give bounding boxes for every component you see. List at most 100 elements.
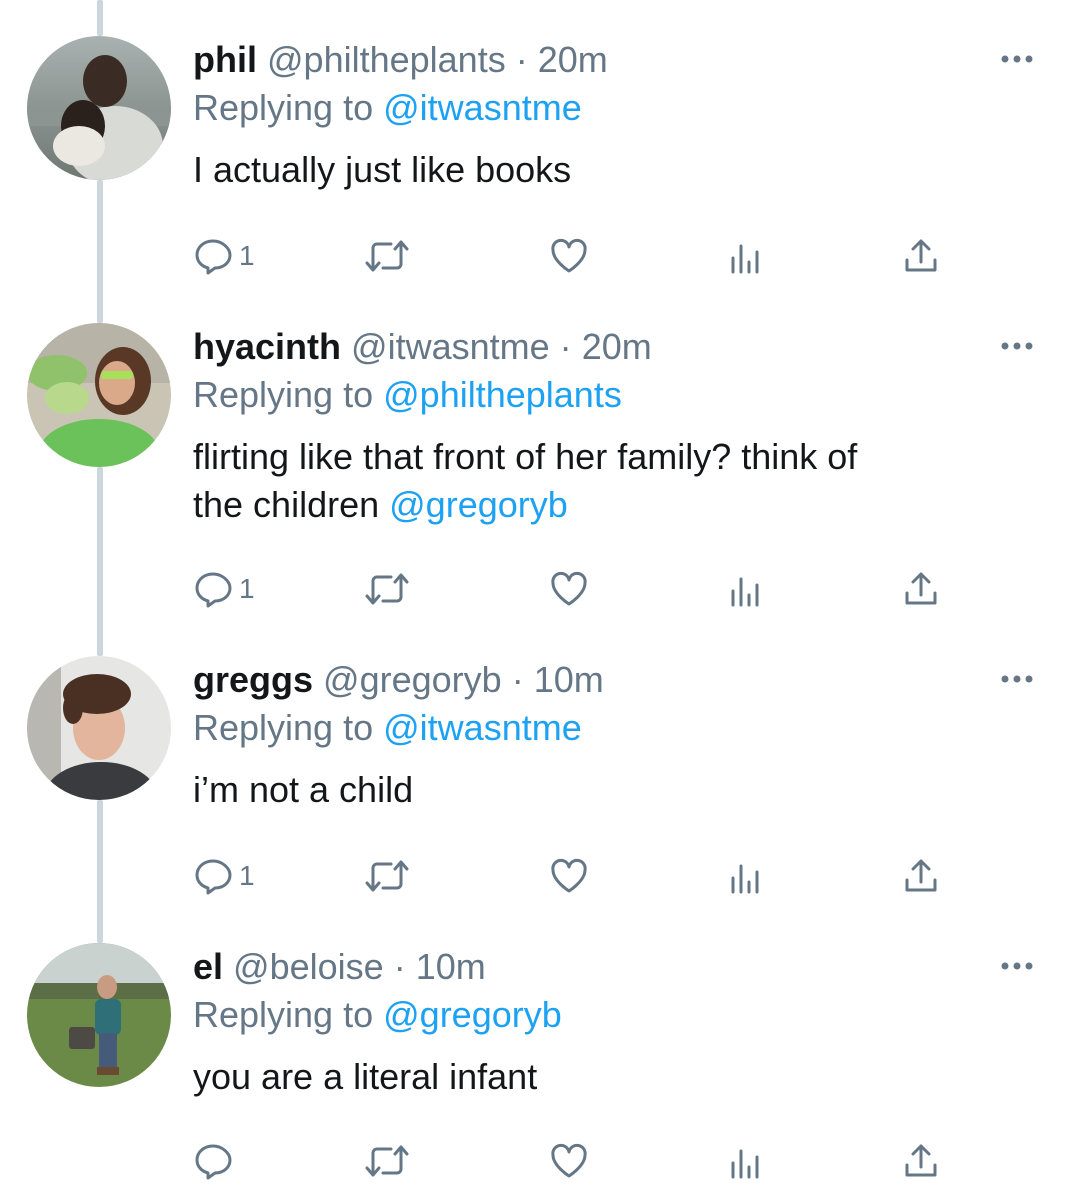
reply-icon <box>195 572 232 608</box>
analytics-button[interactable] <box>725 1139 765 1183</box>
replying-to-mention[interactable]: @itwasntme <box>383 707 582 748</box>
more-icon[interactable] <box>999 44 1035 74</box>
replying-to-mention[interactable]: @philtheplants <box>383 374 622 415</box>
replying-to-label: Replying to <box>193 994 374 1035</box>
timestamp[interactable]: 20m <box>582 326 652 367</box>
user-handle[interactable]: @philtheplants <box>267 39 506 80</box>
analytics-button[interactable] <box>725 234 765 278</box>
reply-button[interactable]: 1 <box>193 567 255 611</box>
user-handle[interactable]: @beloise <box>233 946 384 987</box>
replying-to-mention[interactable]: @gregoryb <box>383 994 562 1035</box>
analytics-icon <box>731 864 759 894</box>
like-button[interactable] <box>549 1139 589 1183</box>
reply-icon <box>195 239 232 275</box>
heart-icon <box>551 1143 587 1178</box>
share-icon <box>905 572 937 605</box>
share-button[interactable] <box>901 854 941 898</box>
reply-icon <box>195 1144 232 1180</box>
replying-to: Replying to @philtheplants <box>193 371 622 419</box>
reply-count: 1 <box>239 860 255 891</box>
share-icon <box>905 239 937 272</box>
tweet-text-line: flirting like that front of her family? … <box>193 436 858 477</box>
share-button[interactable] <box>901 1139 941 1183</box>
reply-icon <box>195 859 232 895</box>
tweet[interactable]: greggs @gregoryb · 10m Replying to @itwa… <box>0 620 1075 907</box>
more-icon[interactable] <box>999 331 1035 361</box>
tweet-header: greggs @gregoryb · 10m <box>193 656 604 704</box>
timestamp[interactable]: 10m <box>416 946 486 987</box>
avatar-image <box>27 323 171 467</box>
retweet-button[interactable] <box>363 234 411 278</box>
replying-to: Replying to @gregoryb <box>193 991 562 1039</box>
tweet-actions <box>193 1139 953 1183</box>
replying-to: Replying to @itwasntme <box>193 84 582 132</box>
replying-to-label: Replying to <box>193 707 374 748</box>
timestamp[interactable]: 20m <box>538 39 608 80</box>
avatar[interactable] <box>27 323 171 467</box>
heart-icon <box>551 238 587 273</box>
display-name[interactable]: greggs <box>193 659 313 700</box>
user-handle[interactable]: @gregoryb <box>323 659 502 700</box>
tweet[interactable]: hyacinth @itwasntme · 20m Replying to @p… <box>0 287 1075 620</box>
tweet-actions: 1 <box>193 567 953 611</box>
share-button[interactable] <box>901 234 941 278</box>
tweet[interactable]: el @beloise · 10m Replying to @gregoryb … <box>0 907 1075 1200</box>
tweet-text: you are a literal infant <box>193 1053 1013 1101</box>
like-button[interactable] <box>549 854 589 898</box>
tweet[interactable]: phil @philtheplants · 20m Replying to @i… <box>0 0 1075 287</box>
tweet-text-line: I actually just like books <box>193 149 572 190</box>
retweet-button[interactable] <box>363 854 411 898</box>
more-icon[interactable] <box>999 951 1035 981</box>
like-button[interactable] <box>549 234 589 278</box>
like-button[interactable] <box>549 567 589 611</box>
analytics-icon <box>731 244 759 274</box>
reply-count: 1 <box>239 240 255 271</box>
user-handle[interactable]: @itwasntme <box>351 326 550 367</box>
more-icon[interactable] <box>999 664 1035 694</box>
separator-dot: · <box>393 946 406 987</box>
reply-button[interactable]: 1 <box>193 234 255 278</box>
tweet-header: phil @philtheplants · 20m <box>193 36 608 84</box>
display-name[interactable]: el <box>193 946 223 987</box>
heart-icon <box>551 858 587 893</box>
avatar-image <box>27 943 171 1087</box>
display-name[interactable]: hyacinth <box>193 326 341 367</box>
retweet-icon <box>365 1145 409 1177</box>
display-name[interactable]: phil <box>193 39 257 80</box>
tweet-text-line: i’m not a child <box>193 769 414 810</box>
tweet-actions: 1 <box>193 234 953 278</box>
share-button[interactable] <box>901 567 941 611</box>
replying-to-label: Replying to <box>193 87 374 128</box>
reply-button[interactable] <box>193 1139 233 1183</box>
avatar-image <box>27 36 171 180</box>
tweet-text: flirting like that front of her family? … <box>193 433 1013 529</box>
analytics-button[interactable] <box>725 567 765 611</box>
reply-count: 1 <box>239 573 255 604</box>
retweet-icon <box>365 860 409 892</box>
analytics-icon <box>731 577 759 607</box>
replying-to-label: Replying to <box>193 374 374 415</box>
avatar-image <box>27 656 171 800</box>
replying-to-mention[interactable]: @itwasntme <box>383 87 582 128</box>
share-icon <box>905 1144 937 1177</box>
tweet-actions: 1 <box>193 854 953 898</box>
retweet-button[interactable] <box>363 567 411 611</box>
share-icon <box>905 859 937 892</box>
avatar[interactable] <box>27 656 171 800</box>
tweet-text: i’m not a child <box>193 766 1013 814</box>
separator-dot: · <box>559 326 572 367</box>
reply-button[interactable]: 1 <box>193 854 255 898</box>
separator-dot: · <box>515 39 528 80</box>
avatar[interactable] <box>27 36 171 180</box>
tweet-text-line-2: the children @gregoryb <box>193 481 1013 529</box>
tweet-text-line: you are a literal infant <box>193 1056 538 1097</box>
timestamp[interactable]: 10m <box>534 659 604 700</box>
tweet-mention[interactable]: @gregoryb <box>389 484 568 525</box>
avatar[interactable] <box>27 943 171 1087</box>
retweet-icon <box>365 240 409 272</box>
analytics-button[interactable] <box>725 854 765 898</box>
replying-to: Replying to @itwasntme <box>193 704 582 752</box>
heart-icon <box>551 571 587 606</box>
separator-dot: · <box>511 659 524 700</box>
retweet-button[interactable] <box>363 1139 411 1183</box>
